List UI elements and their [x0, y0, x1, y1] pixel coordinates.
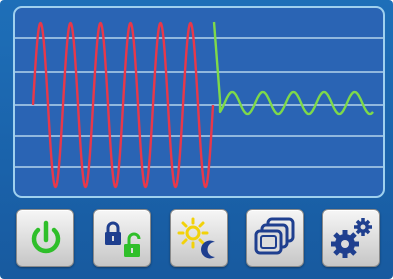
sun-moon-icon — [177, 217, 215, 259]
waveform-trace-damped — [212, 21, 374, 116]
device-panel — [0, 0, 393, 279]
waveform-plot — [15, 21, 383, 189]
settings-button[interactable] — [322, 209, 380, 267]
gears-icon — [331, 218, 372, 258]
stacked-windows-icon — [254, 217, 295, 255]
power-icon — [31, 220, 61, 254]
toolbar — [16, 209, 380, 267]
day-night-button[interactable] — [170, 209, 228, 267]
power-button[interactable] — [16, 209, 74, 267]
screens-button[interactable] — [246, 209, 304, 267]
lock-unlock-icon — [105, 221, 141, 257]
waveform-display — [13, 6, 385, 198]
lock-button[interactable] — [93, 209, 151, 267]
